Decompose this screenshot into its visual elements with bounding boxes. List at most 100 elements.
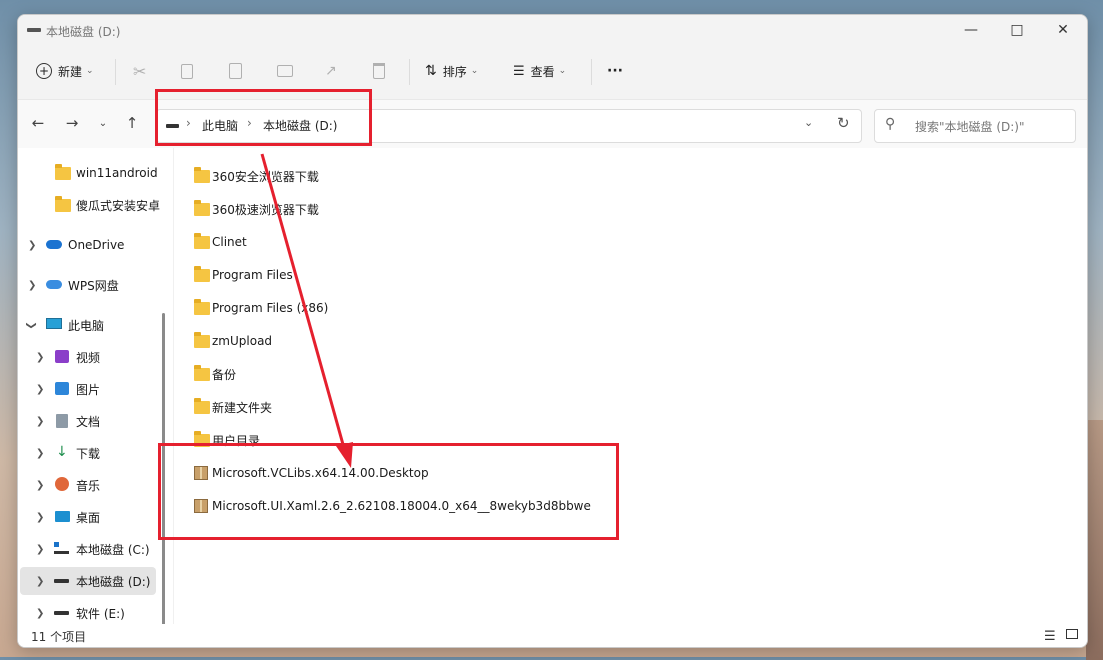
list-item[interactable]: Clinet: [194, 230, 247, 254]
status-bar: 11 个项目 ☰: [18, 624, 1087, 647]
list-item[interactable]: 360安全浏览器下载: [194, 164, 319, 188]
chevron-right-icon[interactable]: ❯: [28, 240, 36, 251]
chevron-down-icon: ⌄: [558, 66, 567, 76]
search-box[interactable]: ⚲ 搜索"本地磁盘 (D:)": [874, 109, 1076, 143]
search-icon: ⚲: [885, 116, 896, 132]
sidebar-item-music[interactable]: ❯ 音乐: [18, 471, 173, 499]
more-options-button[interactable]: ···: [607, 53, 623, 89]
sidebar-item-label: 本地磁盘 (C:): [76, 542, 150, 557]
sidebar-item-this-pc[interactable]: ❯ 此电脑: [18, 311, 173, 339]
picture-icon: [55, 382, 69, 395]
sidebar-item-pictures[interactable]: ❯ 图片: [18, 375, 173, 403]
toolbar-divider: [409, 59, 410, 85]
sidebar-item-wps-drive[interactable]: ❯ WPS网盘: [18, 271, 173, 299]
cut-button[interactable]: ✂: [133, 53, 146, 89]
scissors-icon: ✂: [133, 61, 147, 81]
back-button[interactable]: ←: [25, 110, 51, 136]
sidebar-item-downloads[interactable]: ❯ ↓ 下载: [18, 439, 173, 467]
sidebar-item-label: 软件 (E:): [76, 606, 125, 621]
music-icon: [55, 477, 69, 491]
chevron-right-icon[interactable]: ❯: [36, 480, 44, 491]
computer-icon: [46, 318, 62, 329]
chevron-right-icon[interactable]: ❯: [36, 416, 44, 427]
sidebar-item-local-disk-d[interactable]: ❯ 本地磁盘 (D:): [20, 567, 156, 595]
address-highlight-box: [155, 89, 372, 146]
sidebar-item-onedrive[interactable]: ❯ OneDrive: [18, 231, 173, 259]
folder-icon: [194, 265, 210, 282]
chevron-right-icon[interactable]: ❯: [36, 512, 44, 523]
maximize-button[interactable]: □: [994, 19, 1040, 41]
folder-icon: [194, 232, 210, 249]
drive-icon: [54, 611, 69, 615]
details-view-icon[interactable]: ☰: [1044, 629, 1056, 644]
chevron-right-icon[interactable]: ❯: [36, 384, 44, 395]
list-item[interactable]: Program Files (x86): [194, 296, 328, 320]
chevron-right-icon[interactable]: ❯: [36, 352, 44, 363]
folder-icon: [194, 199, 210, 216]
sort-icon: ⇅: [425, 63, 437, 79]
search-input[interactable]: 搜索"本地磁盘 (D:)": [915, 118, 1025, 135]
drive-icon: [54, 579, 69, 583]
desktop-icon: [55, 511, 70, 522]
command-bar: + 新建 ⌄ ✂ ↗ ⇅ 排序 ⌄ ☰ 查看 ⌄ ···: [18, 53, 1087, 93]
copy-button[interactable]: [181, 53, 193, 89]
sidebar-item-documents[interactable]: ❯ 文档: [18, 407, 173, 435]
sidebar-item-win11android[interactable]: win11android: [18, 159, 173, 187]
close-button[interactable]: ✕: [1040, 19, 1086, 41]
chevron-down-icon[interactable]: ❯: [26, 321, 37, 329]
ellipsis-icon: ···: [607, 63, 623, 79]
list-item[interactable]: 新建文件夹: [194, 395, 272, 419]
chevron-right-icon[interactable]: ❯: [28, 280, 36, 291]
file-list: 360安全浏览器下载 360极速浏览器下载 Clinet Program Fil…: [174, 148, 1087, 624]
new-button[interactable]: + 新建 ⌄: [36, 53, 94, 89]
tiles-view-icon[interactable]: [1066, 629, 1078, 639]
forward-button[interactable]: →: [59, 110, 85, 136]
list-item[interactable]: 360极速浏览器下载: [194, 197, 319, 221]
file-name: Clinet: [212, 235, 247, 249]
desktop-background: [1086, 420, 1103, 660]
file-name: 360安全浏览器下载: [212, 169, 319, 184]
sidebar-item-label: 桌面: [76, 510, 101, 525]
chevron-right-icon[interactable]: ❯: [36, 448, 44, 459]
recent-locations-button[interactable]: ⌄: [90, 110, 116, 136]
sidebar-item-label: 图片: [76, 382, 101, 397]
sidebar-item-local-disk-c[interactable]: ❯ 本地磁盘 (C:): [18, 535, 173, 563]
video-icon: [55, 350, 69, 363]
sidebar-item-label: 下载: [76, 446, 101, 461]
drive-icon: [54, 542, 69, 554]
up-button[interactable]: ↑: [119, 110, 145, 136]
address-history-dropdown[interactable]: ⌄: [804, 116, 813, 129]
share-button[interactable]: ↗: [325, 53, 337, 89]
window-header: 本地磁盘 (D:) — □ ✕ + 新建 ⌄ ✂ ↗ ⇅ 排序 ⌄ ☰ 查看 ⌄…: [18, 15, 1087, 99]
folder-icon: [55, 163, 71, 180]
sidebar-item-label: WPS网盘: [68, 278, 119, 293]
refresh-icon[interactable]: ↻: [837, 114, 850, 132]
view-button[interactable]: ☰ 查看 ⌄: [513, 53, 566, 89]
paste-button[interactable]: [229, 53, 242, 89]
cloud-icon: [46, 240, 62, 249]
sidebar-item-install-android[interactable]: 傻瓜式安装安卓: [18, 191, 173, 219]
sidebar-item-videos[interactable]: ❯ 视频: [18, 343, 173, 371]
rename-button[interactable]: [277, 53, 293, 89]
list-item[interactable]: 备份: [194, 362, 236, 386]
list-item[interactable]: Program Files: [194, 263, 293, 287]
sidebar-item-desktop[interactable]: ❯ 桌面: [18, 503, 173, 531]
chevron-right-icon[interactable]: ❯: [36, 576, 44, 587]
chevron-right-icon[interactable]: ❯: [36, 608, 44, 619]
file-name: Program Files: [212, 268, 293, 282]
list-item[interactable]: zmUpload: [194, 329, 272, 353]
cloud-icon: [46, 280, 62, 289]
arrow-up-icon: ↑: [125, 114, 139, 132]
chevron-right-icon[interactable]: ❯: [36, 544, 44, 555]
folder-icon: [194, 331, 210, 348]
item-count: 11 个项目: [31, 630, 87, 644]
document-icon: [56, 414, 68, 428]
share-icon: ↗: [325, 63, 337, 79]
sort-label: 排序: [442, 64, 467, 79]
minimize-button[interactable]: —: [948, 19, 994, 41]
sort-button[interactable]: ⇅ 排序 ⌄: [425, 53, 478, 89]
file-name: zmUpload: [212, 334, 273, 348]
sidebar-item-software-e[interactable]: ❯ 软件 (E:): [18, 599, 173, 624]
trash-icon: [373, 63, 385, 79]
delete-button[interactable]: [373, 53, 385, 89]
